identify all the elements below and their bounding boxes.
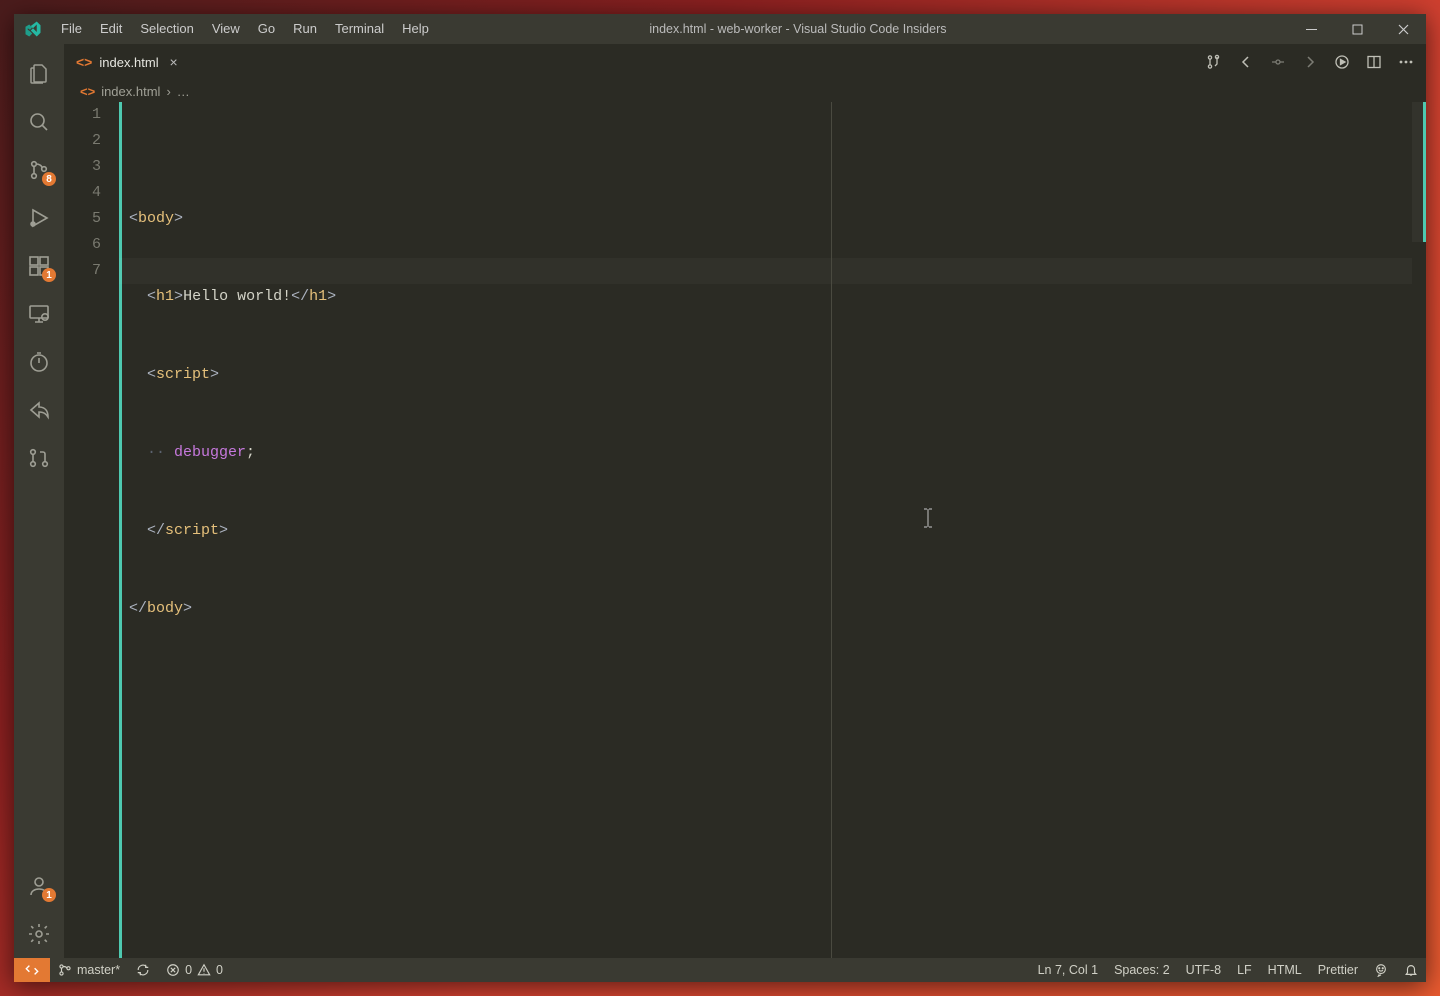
split-editor-icon[interactable] [1360,48,1388,76]
formatter-status[interactable]: Prettier [1310,958,1366,982]
editor-actions [1200,44,1426,80]
menu-file[interactable]: File [52,14,91,44]
remote-explorer-icon[interactable] [14,290,64,338]
breadcrumb-ellipsis: … [177,84,190,99]
tabs-row: <> index.html × [64,44,1426,80]
text-cursor-icon [813,482,815,500]
source-control-icon[interactable]: 8 [14,146,64,194]
git-pull-request-icon[interactable] [14,434,64,482]
account-badge: 1 [42,888,56,902]
minimap[interactable] [1412,102,1426,958]
status-bar: master* 0 0 Ln 7, Col 1 Spaces: 2 UTF-8 … [14,958,1426,982]
html-file-icon: <> [80,84,95,99]
line-numbers: 1 2 3 4 5 6 7 [64,102,119,958]
tab-close-icon[interactable]: × [166,54,182,70]
menu-selection[interactable]: Selection [131,14,202,44]
timer-icon[interactable] [14,338,64,386]
app-logo [14,20,52,38]
settings-icon[interactable] [14,910,64,958]
close-button[interactable] [1380,14,1426,44]
live-share-icon[interactable] [14,386,64,434]
title-bar: File Edit Selection View Go Run Terminal… [14,14,1426,44]
warning-count: 0 [216,963,223,977]
explorer-icon[interactable] [14,50,64,98]
scm-badge: 8 [42,172,56,186]
breadcrumb-file: index.html [101,84,160,99]
notifications-icon[interactable] [1396,958,1426,982]
indentation-status[interactable]: Spaces: 2 [1106,958,1178,982]
problems-status[interactable]: 0 0 [158,958,231,982]
more-actions-icon[interactable] [1392,48,1420,76]
language-mode[interactable]: HTML [1260,958,1310,982]
menu-view[interactable]: View [203,14,249,44]
breadcrumbs[interactable]: <> index.html › … [64,80,1426,102]
go-back-icon[interactable] [1232,48,1260,76]
sync-status[interactable] [128,958,158,982]
extensions-icon[interactable]: 1 [14,242,64,290]
current-line-highlight [119,258,1426,284]
feedback-icon[interactable] [1366,958,1396,982]
minimize-button[interactable] [1288,14,1334,44]
error-count: 0 [185,963,192,977]
eol-status[interactable]: LF [1229,958,1260,982]
tab-index-html[interactable]: <> index.html × [64,44,193,80]
maximize-button[interactable] [1334,14,1380,44]
remote-indicator[interactable] [14,958,50,982]
branch-name: master* [77,963,120,977]
encoding-status[interactable]: UTF-8 [1178,958,1229,982]
editor-area: <> index.html × <> index.html › [64,44,1426,958]
activity-bar: 8 1 1 [14,44,64,958]
code-content[interactable]: <body> <h1>Hello world!</h1> <script> ··… [119,102,1426,958]
tab-label: index.html [99,55,158,70]
cursor-position[interactable]: Ln 7, Col 1 [1030,958,1106,982]
window-controls [1288,14,1426,44]
compare-changes-icon[interactable] [1200,48,1228,76]
menu-edit[interactable]: Edit [91,14,131,44]
chevron-right-icon: › [166,84,170,99]
run-icon[interactable] [1328,48,1356,76]
window-title: index.html - web-worker - Visual Studio … [308,22,1288,36]
search-icon[interactable] [14,98,64,146]
run-debug-icon[interactable] [14,194,64,242]
go-forward-icon[interactable] [1296,48,1324,76]
extensions-badge: 1 [42,268,56,282]
code-editor[interactable]: 1 2 3 4 5 6 7 <body> <h1>Hello world!</h… [64,102,1426,958]
commit-undo-icon[interactable] [1264,48,1292,76]
git-branch-status[interactable]: master* [50,958,128,982]
main-body: 8 1 1 [14,44,1426,958]
html-file-icon: <> [76,54,92,70]
menu-go[interactable]: Go [249,14,284,44]
account-icon[interactable]: 1 [14,862,64,910]
app-window: File Edit Selection View Go Run Terminal… [14,14,1426,982]
